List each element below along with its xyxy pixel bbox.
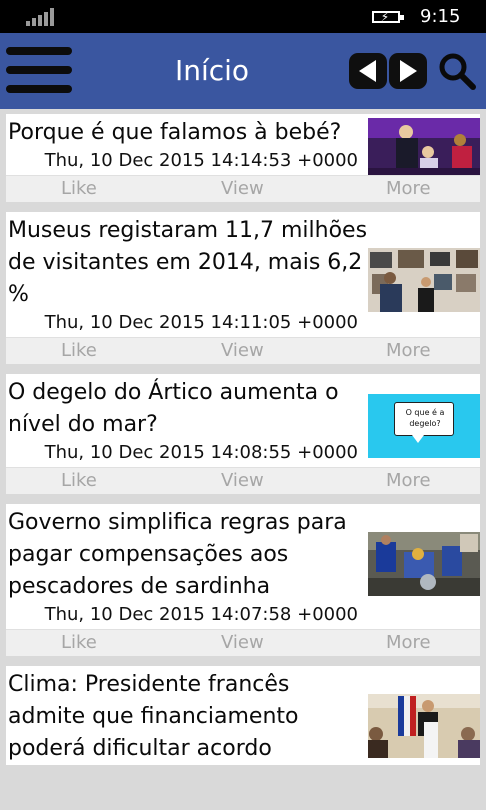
article-title[interactable]: Porque é que falamos à bebé?	[8, 117, 368, 149]
search-icon[interactable]	[437, 51, 477, 91]
article-date: Thu, 10 Dec 2015 14:14:53 +0000	[44, 150, 358, 171]
article-actions: Like View More	[6, 175, 480, 202]
view-button[interactable]: View	[221, 178, 264, 200]
thumbnail-caption: O que é a degelo?	[405, 408, 445, 428]
hamburger-menu-icon[interactable]	[6, 45, 72, 95]
like-button[interactable]: Like	[61, 178, 97, 200]
article-thumbnail	[368, 118, 480, 182]
article-thumbnail	[368, 532, 480, 596]
article-date: Thu, 10 Dec 2015 14:11:05 +0000	[44, 312, 358, 333]
article-thumbnail	[368, 248, 480, 312]
article-date: Thu, 10 Dec 2015 14:08:55 +0000	[44, 442, 358, 463]
signal-strength-icon	[26, 8, 54, 26]
article-thumbnail: O que é a degelo?	[368, 394, 480, 458]
next-button[interactable]	[389, 53, 427, 89]
previous-button[interactable]	[349, 53, 387, 89]
like-button[interactable]: Like	[61, 470, 97, 492]
status-time: 9:15	[420, 6, 461, 27]
like-button[interactable]: Like	[61, 632, 97, 654]
article-actions: Like View More	[6, 337, 480, 364]
article-title[interactable]: Museus registaram 11,7 milhões de visita…	[8, 215, 368, 311]
article-title[interactable]: O degelo do Ártico aumenta o nível do ma…	[8, 377, 368, 441]
article-card[interactable]: Porque é que falamos à bebé? Thu, 10 Dec…	[6, 114, 480, 202]
article-card[interactable]: O que é a degelo? O degelo do Ártico aum…	[6, 374, 480, 494]
arrow-right-icon	[400, 60, 417, 82]
article-card[interactable]: Museus registaram 11,7 milhões de visita…	[6, 212, 480, 364]
article-actions: Like View More	[6, 467, 480, 494]
article-thumbnail	[368, 694, 480, 758]
article-title[interactable]: Governo simplifica regras para pagar com…	[8, 507, 368, 603]
status-bar: ⚡ 9:15	[0, 0, 486, 33]
view-button[interactable]: View	[221, 340, 264, 362]
more-button[interactable]: More	[386, 470, 431, 492]
article-card[interactable]: Governo simplifica regras para pagar com…	[6, 504, 480, 656]
more-button[interactable]: More	[386, 178, 431, 200]
article-feed: Porque é que falamos à bebé? Thu, 10 Dec…	[6, 114, 480, 775]
article-actions: Like View More	[6, 629, 480, 656]
more-button[interactable]: More	[386, 340, 431, 362]
article-date: Thu, 10 Dec 2015 14:07:58 +0000	[44, 604, 358, 625]
battery-charging-icon: ⚡	[372, 9, 408, 25]
view-button[interactable]: View	[221, 470, 264, 492]
more-button[interactable]: More	[386, 632, 431, 654]
app-header: Início	[0, 33, 486, 109]
page-title: Início	[174, 54, 250, 87]
view-button[interactable]: View	[221, 632, 264, 654]
article-title[interactable]: Clima: Presidente francês admite que fin…	[8, 669, 368, 765]
article-card[interactable]: Clima: Presidente francês admite que fin…	[6, 666, 480, 765]
arrow-left-icon	[359, 60, 376, 82]
like-button[interactable]: Like	[61, 340, 97, 362]
